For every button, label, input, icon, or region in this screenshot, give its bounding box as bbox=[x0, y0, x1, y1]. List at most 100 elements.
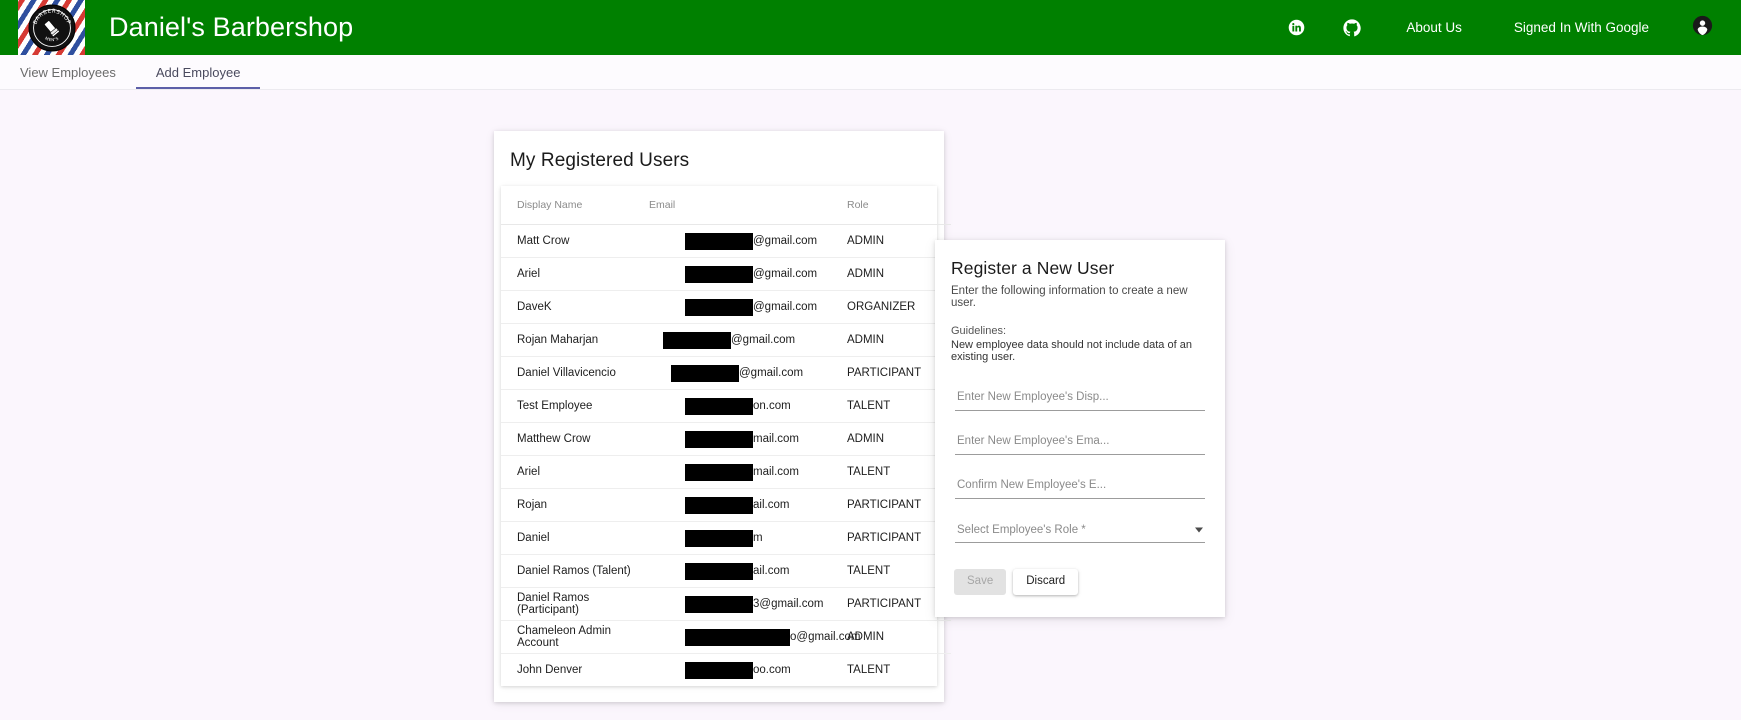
discard-button[interactable]: Discard bbox=[1013, 569, 1079, 595]
users-table: Display Name Email Role Matt Crow @gmail.… bbox=[501, 186, 951, 686]
display-name-input[interactable] bbox=[955, 385, 1205, 409]
redacted-email-block bbox=[685, 529, 753, 547]
register-title: Register a New User bbox=[951, 258, 1115, 278]
email-domain-text: mail.com bbox=[753, 466, 800, 478]
role-select[interactable]: Select Employee's Role * bbox=[955, 517, 1205, 543]
save-button[interactable]: Save bbox=[954, 569, 1007, 595]
cell-email: 3@gmail.com bbox=[649, 587, 847, 621]
cell-display-name: John Denver bbox=[517, 664, 583, 676]
confirm-email-input[interactable] bbox=[955, 473, 1205, 497]
email-domain-text: ail.com bbox=[753, 565, 790, 577]
redacted-email-block bbox=[685, 628, 790, 646]
email-input[interactable] bbox=[955, 429, 1205, 453]
email-domain-text: @gmail.com bbox=[753, 268, 818, 280]
table-row: Matt Crow @gmail.com ADMIN bbox=[501, 224, 951, 258]
table-row: Chameleon Admin Account o@gmail.com ADMIN bbox=[501, 620, 951, 654]
email-domain-text: o@gmail.com bbox=[790, 631, 861, 643]
register-subtitle: Enter the following information to creat… bbox=[951, 285, 1188, 309]
table-row: Rojan ail.com PARTICIPANT bbox=[501, 488, 951, 522]
email-value: ail.com bbox=[649, 489, 847, 521]
brand-title: Daniel's Barbershop bbox=[109, 12, 354, 42]
register-new-user-card: Register a New User Enter the following … bbox=[935, 240, 1225, 617]
cell-display-name: Daniel Ramos (Talent) bbox=[501, 554, 649, 588]
cell-email: @gmail.com bbox=[649, 323, 847, 357]
email-value: ail.com bbox=[649, 555, 847, 587]
redacted-email-block bbox=[685, 298, 753, 316]
confirm-email-field-wrapper bbox=[955, 473, 1205, 499]
email-value: mail.com bbox=[649, 423, 847, 455]
table-row: Daniel Villavicencio @gmail.com PARTICIPAN… bbox=[501, 356, 951, 390]
cell-display-name: Rojan Maharjan bbox=[501, 323, 649, 357]
email-value: @gmail.com bbox=[649, 225, 847, 257]
users-table-container: Display Name Email Role Matt Crow @gmail.… bbox=[501, 186, 951, 686]
tab-add-employee[interactable]: Add Employee bbox=[135, 55, 261, 89]
account-button[interactable] bbox=[1675, 0, 1729, 55]
redacted-email-block bbox=[685, 595, 753, 613]
cell-email: on.com bbox=[649, 389, 847, 423]
email-value: o@gmail.com bbox=[649, 621, 860, 653]
cell-email: o@gmail.com bbox=[649, 620, 860, 654]
signed-in-status[interactable]: Signed In With Google bbox=[1488, 0, 1675, 55]
email-domain-text: on.com bbox=[753, 400, 791, 412]
cell-display-name: Ariel bbox=[501, 257, 649, 291]
cell-display-name: Rojan bbox=[501, 488, 649, 522]
redacted-email-block bbox=[685, 265, 753, 283]
email-domain-text: @gmail.com bbox=[731, 334, 796, 346]
registered-users-card: My Registered Users Display Name Email R… bbox=[494, 131, 951, 702]
table-row: Test Employee on.com TALENT bbox=[501, 389, 951, 423]
tab-view-employees[interactable]: View Employees bbox=[0, 55, 136, 89]
table-row: Matthew Crow mail.com ADMIN bbox=[501, 422, 951, 456]
cell-display-name: Ariel bbox=[501, 455, 649, 489]
tab-view-employees-label: View Employees bbox=[20, 64, 116, 80]
form-actions: Save Discard bbox=[951, 569, 1209, 595]
email-value: oo.com bbox=[649, 654, 847, 686]
email-domain-text: mail.com bbox=[753, 433, 800, 445]
table-row: Ariel mail.com TALENT bbox=[501, 455, 951, 489]
table-row: John Denver oo.com TALENT bbox=[501, 654, 951, 687]
cell-role: ADMIN bbox=[847, 620, 951, 654]
redacted-email-block bbox=[671, 364, 739, 382]
page-title: My Registered Users bbox=[510, 150, 690, 171]
table-row: Ariel @gmail.com ADMIN bbox=[501, 257, 951, 291]
github-icon bbox=[1343, 18, 1362, 37]
cell-email: ail.com bbox=[649, 488, 847, 522]
guidelines-text: New employee data should not include dat… bbox=[951, 339, 1192, 363]
header-actions: About Us Signed In With Google bbox=[1268, 0, 1741, 55]
guidelines-label: Guidelines: bbox=[951, 325, 1007, 337]
email-value: @gmail.com bbox=[649, 357, 847, 389]
table-row: DaveK @gmail.com ORGANIZER bbox=[501, 290, 951, 324]
logo-disc-icon: BARBERSHOP MEN'S bbox=[28, 4, 75, 51]
display-name-field-wrapper bbox=[955, 385, 1205, 411]
table-row: Daniel Ramos (Talent) ail.com TALENT bbox=[501, 554, 951, 588]
page-body: My Registered Users Display Name Email R… bbox=[0, 90, 1741, 720]
barbershop-logo: BARBERSHOP MEN'S bbox=[18, 0, 85, 55]
cell-display-name: Matt Crow bbox=[501, 224, 649, 258]
table-row: Daniel m PARTICIPANT bbox=[501, 521, 951, 555]
linkedin-link[interactable] bbox=[1268, 0, 1324, 55]
email-domain-text: m bbox=[753, 532, 763, 544]
chevron-down-icon bbox=[1195, 527, 1203, 532]
email-field-wrapper bbox=[955, 429, 1205, 455]
cell-display-name: Chameleon Admin Account bbox=[501, 620, 649, 654]
email-domain-text: @gmail.com bbox=[753, 235, 818, 247]
tab-add-employee-label: Add Employee bbox=[155, 64, 241, 80]
cell-email: @gmail.com bbox=[649, 356, 847, 390]
cell-email: @gmail.com bbox=[649, 257, 847, 291]
github-link[interactable] bbox=[1324, 0, 1380, 55]
email-domain-text: @gmail.com bbox=[753, 301, 818, 313]
redacted-email-block bbox=[663, 331, 731, 349]
cell-email: m bbox=[649, 521, 847, 555]
redacted-email-block bbox=[685, 463, 753, 481]
cell-display-name: Daniel Ramos (Participant) bbox=[501, 587, 649, 621]
users-table-head: Display Name Email Role bbox=[501, 186, 951, 225]
linkedin-icon bbox=[1288, 19, 1305, 36]
email-value: mail.com bbox=[649, 456, 847, 488]
cell-email: oo.com bbox=[649, 654, 847, 687]
column-header-display-name: Display Name bbox=[501, 186, 649, 225]
email-domain-text: oo.com bbox=[753, 664, 791, 676]
about-us-link[interactable]: About Us bbox=[1380, 0, 1488, 55]
table-row: Rojan Maharjan @gmail.com ADMIN bbox=[501, 323, 951, 357]
redacted-email-block bbox=[685, 661, 753, 679]
users-table-body: Matt Crow @gmail.com ADMIN Ariel @gmail.com A… bbox=[501, 224, 951, 687]
redacted-email-block bbox=[685, 496, 753, 514]
